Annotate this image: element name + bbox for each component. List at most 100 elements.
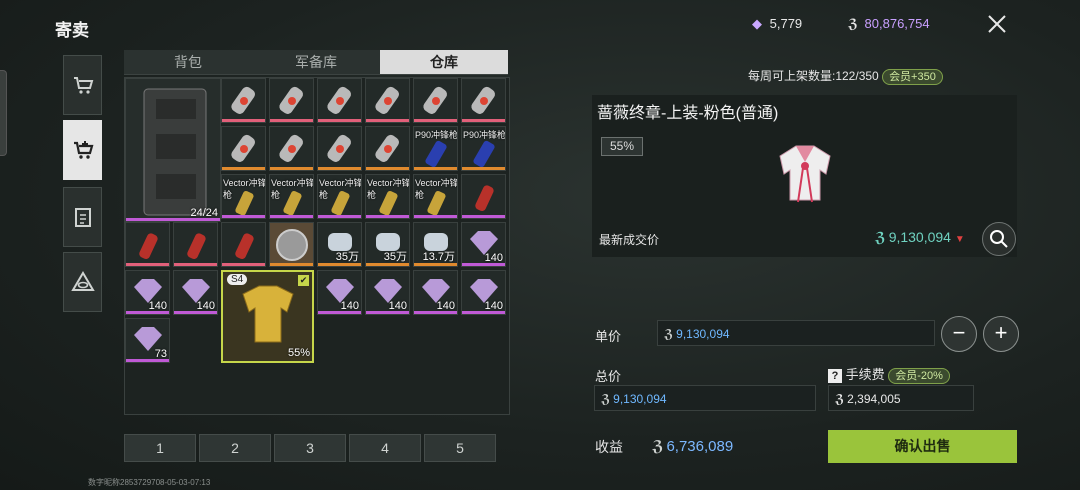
records-tab[interactable] — [63, 252, 102, 312]
canister-icon — [475, 185, 494, 212]
profit-value: ℨ 6,736,089 — [652, 438, 734, 455]
vip-badge: 会员+350 — [882, 69, 943, 85]
coin-icon: ℨ — [601, 392, 611, 406]
page-title: 寄卖 — [55, 21, 89, 40]
tab-backpack[interactable]: 背包 — [124, 50, 252, 75]
coin-icon: ℨ — [664, 327, 674, 341]
coin-balance: ℨ 80,876,754 — [848, 16, 930, 31]
total-price-field: ℨ 9,130,094 — [594, 385, 816, 411]
item-slot-vector[interactable]: Vector冲锋枪 — [317, 174, 362, 219]
item-slot[interactable]: 140 — [317, 270, 362, 315]
latest-price-label: 最新成交价 — [599, 233, 660, 247]
fee-label-row: ? 手续费 会员-20% — [828, 364, 950, 384]
item-slot[interactable] — [221, 126, 266, 171]
item-slot[interactable]: 140 — [461, 270, 506, 315]
grenade-icon — [423, 86, 447, 114]
item-slot[interactable] — [221, 78, 266, 123]
down-arrow-icon: ▼ — [954, 234, 965, 245]
item-slot[interactable] — [317, 78, 362, 123]
item-slot[interactable]: 73 — [125, 318, 170, 363]
price-search-button[interactable] — [982, 222, 1016, 256]
selected-armor-item[interactable]: S4 ✔ 55% — [221, 270, 314, 363]
increase-price-button[interactable]: + — [983, 316, 1019, 352]
grenade-icon — [231, 86, 255, 114]
item-slot[interactable] — [125, 222, 170, 267]
coin-icon: ℨ — [875, 229, 886, 245]
consign-tab[interactable] — [63, 120, 102, 180]
item-slot[interactable]: 13.7万 — [413, 222, 458, 267]
case-icon — [143, 88, 207, 216]
market-cart-tab[interactable] — [63, 55, 102, 115]
confirm-sell-button[interactable]: 确认出售 — [828, 430, 1017, 463]
item-slot-p90[interactable]: P90冲锋枪 — [413, 126, 458, 171]
decrease-price-button[interactable]: − — [941, 316, 977, 352]
grenade-icon — [327, 134, 351, 162]
page-button-2[interactable]: 2 — [199, 434, 271, 462]
item-slot[interactable] — [317, 126, 362, 171]
page-selector: 1 2 3 4 5 — [124, 434, 496, 462]
item-name: 蔷薇终章-上装-粉色(普通) — [597, 105, 779, 122]
item-durability: 55% — [601, 137, 643, 156]
clipboard-icon — [74, 208, 91, 227]
item-slot[interactable] — [221, 222, 266, 267]
armor-durability: 55% — [287, 347, 310, 359]
case-count: 24/24 — [190, 207, 218, 219]
close-icon[interactable] — [985, 12, 1009, 36]
item-slot[interactable]: 35万 — [317, 222, 362, 267]
item-slot-vector[interactable]: Vector冲锋枪 — [365, 174, 410, 219]
vector-label: Vector冲锋枪 — [415, 178, 458, 200]
item-slot[interactable] — [413, 78, 458, 123]
item-slot[interactable] — [461, 78, 506, 123]
tab-armory[interactable]: 军备库 — [252, 50, 380, 75]
side-drawer-handle[interactable] — [0, 70, 7, 156]
item-slot[interactable]: 140 — [125, 270, 170, 315]
vector-label: Vector冲锋枪 — [223, 178, 266, 200]
item-slot-vector[interactable]: Vector冲锋枪 — [413, 174, 458, 219]
item-slot[interactable]: 140 — [173, 270, 218, 315]
vector-label: Vector冲锋枪 — [367, 178, 410, 200]
item-slot[interactable] — [365, 78, 410, 123]
diamond-icon: ◆ — [752, 16, 762, 31]
player-id-watermark: 数字昵称2853729708-05-03-07:13 — [88, 478, 211, 487]
orders-tab[interactable] — [63, 187, 102, 247]
item-slot[interactable]: 140 — [461, 222, 506, 267]
grenade-icon — [375, 86, 399, 114]
item-count: 35万 — [383, 251, 407, 263]
canister-icon — [139, 233, 158, 260]
season-badge: S4 — [227, 274, 248, 285]
p90-label: P90冲锋枪 — [415, 130, 458, 140]
help-icon[interactable]: ? — [828, 369, 842, 383]
item-slot[interactable] — [461, 174, 506, 219]
item-slot-p90[interactable]: P90冲锋枪 — [461, 126, 506, 171]
p90-label: P90冲锋枪 — [463, 130, 506, 140]
tab-warehouse[interactable]: 仓库 — [380, 50, 508, 75]
check-icon: ✔ — [298, 275, 309, 286]
inventory-tabs: 背包 军备库 仓库 — [124, 50, 508, 75]
unit-price-label: 单价 — [595, 329, 622, 344]
item-case[interactable]: 24/24 — [125, 78, 221, 222]
item-slot[interactable]: 140 — [413, 270, 458, 315]
item-slot-vector[interactable]: Vector冲锋枪 — [269, 174, 314, 219]
warehouse-grid: 24/24 P90冲锋枪 P90冲锋枪 Vector冲锋枪 Vector冲锋枪 … — [124, 77, 510, 415]
item-slot[interactable] — [269, 222, 314, 267]
item-slot[interactable]: 35万 — [365, 222, 410, 267]
unit-price-input[interactable]: ℨ 9,130,094 — [657, 320, 935, 346]
item-slot[interactable] — [365, 126, 410, 171]
page-button-1[interactable]: 1 — [124, 434, 196, 462]
fee-vip-badge: 会员-20% — [888, 368, 950, 384]
grenade-icon — [279, 134, 303, 162]
grenade-icon — [279, 86, 303, 114]
page-button-4[interactable]: 4 — [349, 434, 421, 462]
search-icon — [990, 230, 1008, 248]
canister-icon — [187, 233, 206, 260]
grenade-icon — [375, 134, 399, 162]
item-slot-vector[interactable]: Vector冲锋枪 — [221, 174, 266, 219]
item-slot[interactable] — [269, 78, 314, 123]
item-count: 13.7万 — [422, 251, 455, 263]
item-slot[interactable] — [269, 126, 314, 171]
page-button-3[interactable]: 3 — [274, 434, 346, 462]
grenade-icon — [231, 134, 255, 162]
page-button-5[interactable]: 5 — [424, 434, 496, 462]
item-slot[interactable]: 140 — [365, 270, 410, 315]
item-slot[interactable] — [173, 222, 218, 267]
